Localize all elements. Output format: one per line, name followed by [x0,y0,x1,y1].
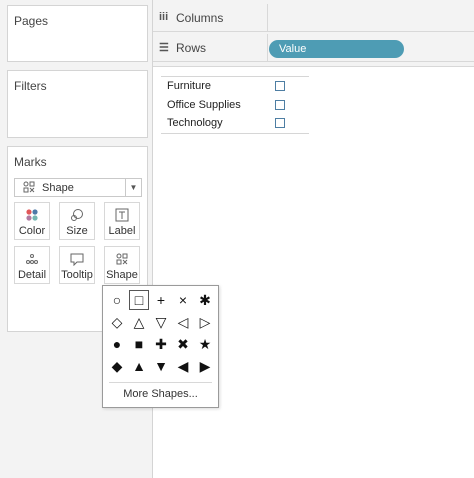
square-mark-icon [275,99,285,110]
shape-option-icon[interactable]: ○ [107,290,127,310]
detail-dots-icon [15,249,49,269]
legend-label: Furniture [167,80,212,92]
legend-row[interactable]: Furniture [161,77,309,96]
shape-option-icon[interactable]: ★ [195,334,215,354]
divider [109,382,212,383]
tooltip-button-label: Tooltip [61,269,93,281]
columns-drop-area[interactable] [267,4,474,31]
value-pill[interactable]: Value [269,40,404,58]
shape-option-icon[interactable]: + [151,290,171,310]
legend-table: Furniture Office Supplies Technology [161,76,309,134]
shape-option-icon[interactable]: ▲ [129,356,149,376]
detail-button-label: Detail [17,269,47,281]
shape-grid-icon [105,249,139,269]
square-mark-icon [275,118,285,128]
shape-option-icon[interactable]: ▷ [195,312,215,332]
shape-option-icon[interactable]: ✖ [173,334,193,354]
shape-option-icon[interactable]: ◇ [107,312,127,332]
legend-label: Office Supplies [167,98,241,111]
pages-card[interactable]: Pages [7,5,148,62]
shape-option-icon[interactable]: ▼ [151,356,171,376]
detail-button[interactable]: Detail [14,246,50,284]
filters-title: Filters [14,79,47,93]
legend-label: Technology [167,117,223,129]
rows-label: Rows [176,41,207,55]
shape-option-icon[interactable]: △ [129,312,149,332]
color-dots-icon [15,205,49,225]
size-button-label: Size [66,225,88,237]
shape-option-icon[interactable]: ■ [129,334,149,354]
rows-shelf: ☰ Rows Value [153,34,474,62]
shape-palette-popup: More Shapes... ○ □ + × ✱ ◇ △ ▽ ◁ ▷ ● ■ ✚ ✖ ★ ◆ ▲ ▼ ◀ ▶ [102,285,219,408]
color-button-label: Color [18,225,46,237]
size-icon [60,205,94,225]
shape-option-icon[interactable]: ▶ [195,356,215,376]
label-button-label: Label [108,225,136,237]
legend-row[interactable]: Office Supplies [161,96,309,115]
shape-option-icon[interactable]: ● [107,334,127,354]
tooltip-button[interactable]: Tooltip [59,246,95,284]
shape-option-icon[interactable]: □ [129,290,149,310]
rows-icon: ☰ [159,42,169,54]
mark-type-dropdown[interactable]: Shape ▼ [14,178,142,197]
shape-button[interactable]: Shape [104,246,140,284]
size-button[interactable]: Size [59,202,95,240]
legend-row[interactable]: Technology [161,114,309,133]
label-icon [105,205,139,225]
pages-title: Pages [14,14,49,28]
shape-option-icon[interactable]: ◁ [173,312,193,332]
shape-button-label: Shape [106,269,138,281]
shape-option-icon[interactable]: ▽ [151,312,171,332]
label-button[interactable]: Label [104,202,140,240]
square-mark-icon [275,81,285,91]
more-shapes-link[interactable]: More Shapes... [103,388,218,400]
shape-option-icon[interactable]: ✱ [195,290,215,310]
color-button[interactable]: Color [14,202,50,240]
shape-option-icon[interactable]: ◆ [107,356,127,376]
columns-icon: iii [159,11,169,23]
marks-title: Marks [14,155,47,169]
shape-option-icon[interactable]: ✚ [151,334,171,354]
filters-card[interactable]: Filters [7,70,148,138]
columns-shelf: iii Columns [153,4,474,32]
columns-label: Columns [176,11,224,25]
mark-type-label: Shape [42,182,74,194]
shape-grid-icon [23,181,35,196]
chevron-down-icon[interactable]: ▼ [125,179,141,196]
shape-option-icon[interactable]: ◀ [173,356,193,376]
tooltip-icon [60,249,94,269]
shape-option-icon[interactable]: × [173,290,193,310]
